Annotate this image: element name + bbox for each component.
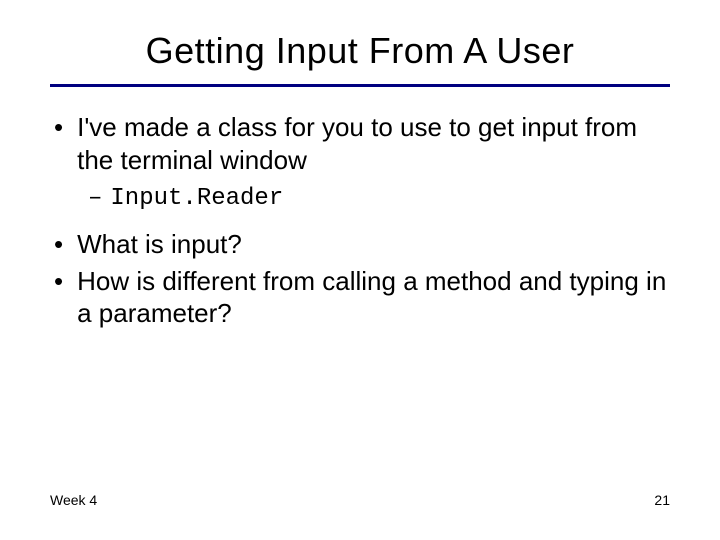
slide-container: Getting Input From A User • I've made a … <box>0 0 720 540</box>
bullet-item: • I've made a class for you to use to ge… <box>52 111 670 176</box>
slide-footer: Week 4 21 <box>50 492 670 508</box>
bullet-text: How is different from calling a method a… <box>77 265 670 330</box>
bullet-item: • How is different from calling a method… <box>52 265 670 330</box>
bullet-text: I've made a class for you to use to get … <box>77 111 670 176</box>
sub-bullet-item: – Input.Reader <box>88 184 670 214</box>
bullet-marker-icon: • <box>54 265 63 298</box>
footer-page-number: 21 <box>654 492 670 508</box>
dash-marker-icon: – <box>88 184 102 214</box>
slide-title: Getting Input From A User <box>50 30 670 87</box>
footer-left: Week 4 <box>50 492 97 508</box>
bullet-item: • What is input? <box>52 228 670 261</box>
bullet-marker-icon: • <box>54 111 63 144</box>
sub-bullet-text: Input.Reader <box>110 184 283 214</box>
bullet-marker-icon: • <box>54 228 63 261</box>
slide-content: • I've made a class for you to use to ge… <box>50 111 670 330</box>
bullet-text: What is input? <box>77 228 242 261</box>
